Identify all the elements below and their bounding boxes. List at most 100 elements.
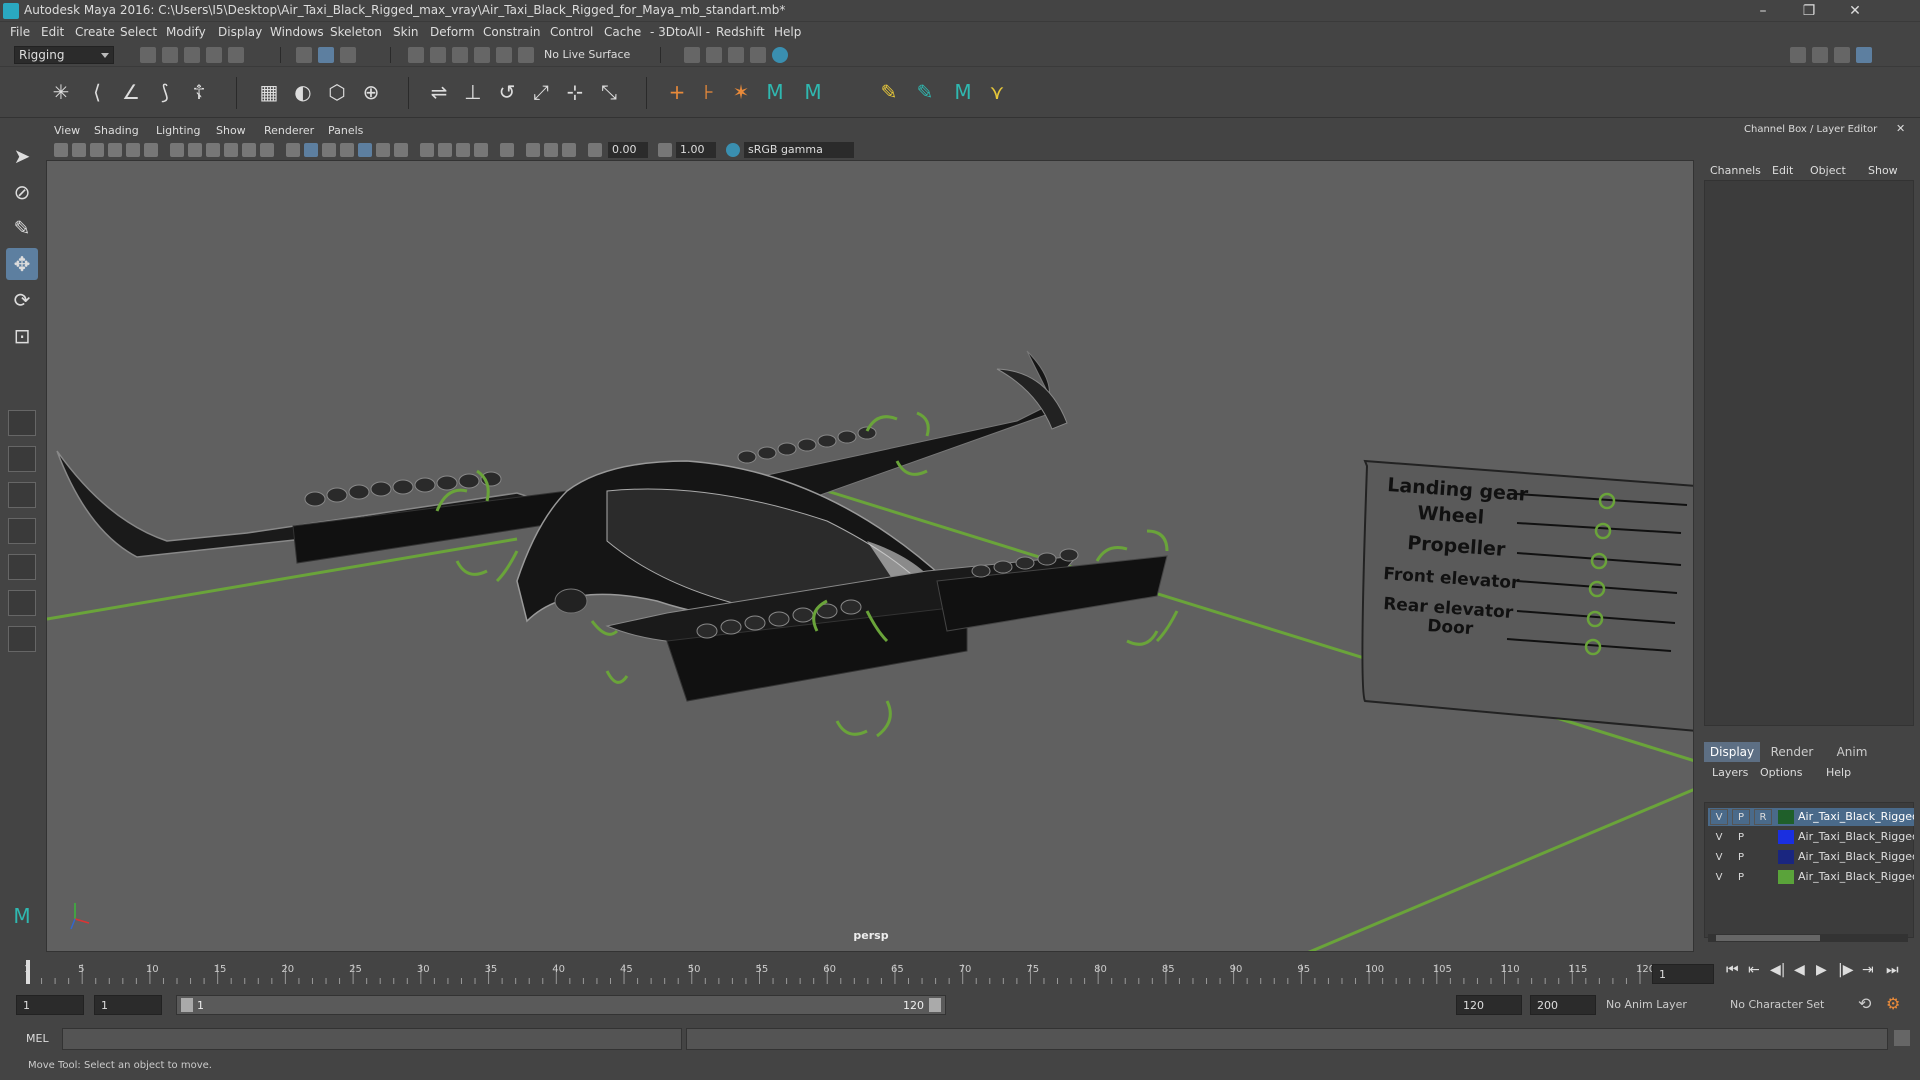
character-set-select[interactable]: No Character Set — [1730, 998, 1824, 1011]
step-forward-frame-icon[interactable]: |▶ — [1838, 962, 1853, 978]
layer-menu-layers[interactable]: Layers — [1712, 766, 1748, 779]
cb-menu-edit[interactable]: Edit — [1772, 164, 1793, 177]
menu-select[interactable]: Select — [120, 25, 157, 39]
multisample-aa-icon[interactable] — [456, 143, 470, 157]
outliner-layout-icon[interactable] — [8, 518, 36, 544]
menu-file[interactable]: File — [10, 25, 30, 39]
layer-reference-toggle[interactable] — [1754, 849, 1772, 865]
four-pane-layout-icon[interactable] — [8, 446, 36, 472]
range-start-handle[interactable] — [181, 998, 193, 1012]
cb-menu-show[interactable]: Show — [1868, 164, 1898, 177]
camera-select-icon[interactable] — [54, 143, 68, 157]
preferences-icon[interactable]: ⚙ — [1886, 994, 1900, 1013]
redo-icon[interactable] — [228, 47, 244, 63]
smooth-shade-icon[interactable] — [304, 143, 318, 157]
layer-name[interactable]: Air_Taxi_Black_Rigged_ — [1798, 870, 1914, 883]
current-frame-field[interactable]: 1 — [1652, 964, 1714, 984]
select-object-icon[interactable] — [318, 47, 334, 63]
script-icon-3[interactable]: ✎ — [876, 79, 902, 105]
scale-constraint-icon[interactable]: ⤢ — [528, 79, 554, 105]
current-time-marker[interactable] — [26, 960, 30, 984]
play-backward-icon[interactable]: ◀ — [1794, 962, 1805, 978]
snap-surface-icon[interactable] — [496, 47, 512, 63]
script-icon-6[interactable]: ⋎ — [984, 79, 1010, 105]
film-gate-icon[interactable] — [188, 143, 202, 157]
script-icon-5[interactable]: M — [950, 79, 976, 105]
custom-layout-icon[interactable] — [8, 626, 36, 652]
tab-render[interactable]: Render — [1764, 742, 1820, 762]
bind-skin-icon[interactable]: ⇌ — [426, 79, 452, 105]
cluster-handle-icon[interactable]: ⊦ — [696, 79, 722, 105]
time-slider[interactable]: 1510152025303540455055606570758085909510… — [0, 952, 1920, 988]
new-scene-icon[interactable] — [140, 47, 156, 63]
minimize-button[interactable]: – — [1740, 0, 1786, 22]
menu-create[interactable]: Create — [75, 25, 115, 39]
gate-mask-icon[interactable] — [224, 143, 238, 157]
layer-playback-toggle[interactable]: P — [1732, 869, 1750, 885]
snap-curve-icon[interactable] — [430, 47, 446, 63]
menu-control[interactable]: Control — [550, 25, 593, 39]
grid-icon[interactable] — [170, 143, 184, 157]
side-by-side-layout-icon[interactable] — [8, 482, 36, 508]
motion-blur-icon[interactable] — [438, 143, 452, 157]
time-slider-ruler[interactable]: 1510152025303540455055606570758085909510… — [0, 952, 1660, 988]
wireframe-on-shaded-icon[interactable] — [340, 143, 354, 157]
depth-of-field-icon[interactable] — [474, 143, 488, 157]
lasso-tool-icon[interactable]: ⊘ — [6, 176, 38, 208]
bookmark-icon[interactable] — [90, 143, 104, 157]
layer-playback-toggle[interactable]: P — [1732, 809, 1750, 825]
paint-select-icon[interactable]: ✎ — [6, 212, 38, 244]
cb-menu-object[interactable]: Object — [1810, 164, 1846, 177]
script-icon-1[interactable]: M — [762, 79, 788, 105]
layer-row[interactable]: V P Air_Taxi_Black_Rigged_ — [1708, 828, 1914, 846]
field-chart-icon[interactable] — [242, 143, 256, 157]
play-forward-icon[interactable]: ▶ — [1816, 962, 1827, 978]
wrap-deformer-icon[interactable]: ⊕ — [358, 79, 384, 105]
step-forward-key-icon[interactable]: ⇥ — [1862, 962, 1874, 978]
layer-scrollbar[interactable] — [1708, 934, 1908, 942]
hypershade-icon[interactable] — [750, 47, 766, 63]
xray-icon[interactable] — [526, 143, 540, 157]
mel-label[interactable]: MEL — [26, 1032, 49, 1045]
layer-visibility-toggle[interactable]: V — [1710, 849, 1728, 865]
snap-view-plane-icon[interactable] — [474, 47, 490, 63]
layer-playback-toggle[interactable]: P — [1732, 849, 1750, 865]
channel-box-area[interactable] — [1704, 180, 1914, 726]
undo-icon[interactable] — [206, 47, 222, 63]
menu-constrain[interactable]: Constrain — [483, 25, 541, 39]
start-time-field[interactable]: 1 — [16, 995, 84, 1015]
attribute-editor-icon[interactable] — [1812, 47, 1828, 63]
anim-start-field[interactable]: 1 — [94, 995, 162, 1015]
image-plane-icon[interactable] — [108, 143, 122, 157]
layer-color-swatch[interactable] — [1778, 810, 1794, 824]
layer-name[interactable]: Air_Taxi_Black_Rigged — [1798, 850, 1914, 863]
graph-layout-icon[interactable] — [8, 554, 36, 580]
hypershade-layout-icon[interactable] — [8, 590, 36, 616]
panel-menu-panels[interactable]: Panels — [328, 124, 363, 137]
go-to-end-icon[interactable]: ⏭ — [1886, 962, 1899, 978]
two-d-pan-icon[interactable] — [126, 143, 140, 157]
layer-color-swatch[interactable] — [1778, 870, 1794, 884]
joint-tool-icon[interactable]: ✳ — [48, 79, 74, 105]
layer-visibility-toggle[interactable]: V — [1710, 869, 1728, 885]
layer-color-swatch[interactable] — [1778, 830, 1794, 844]
cb-menu-channels[interactable]: Channels — [1710, 164, 1761, 177]
anim-layer-select[interactable]: No Anim Layer — [1606, 998, 1687, 1011]
open-scene-icon[interactable] — [162, 47, 178, 63]
lattice-icon[interactable]: ▦ — [256, 79, 282, 105]
select-hierarchy-icon[interactable] — [296, 47, 312, 63]
layer-row[interactable]: V P Air_Taxi_Black_Rigged — [1708, 848, 1914, 866]
menu-windows[interactable]: Windows — [270, 25, 324, 39]
menu-cache[interactable]: Cache — [604, 25, 641, 39]
menu-edit[interactable]: Edit — [41, 25, 64, 39]
move-tool-icon[interactable]: ✥ — [6, 248, 38, 280]
select-component-icon[interactable] — [340, 47, 356, 63]
save-scene-icon[interactable] — [184, 47, 200, 63]
aim-constraint-icon[interactable]: ⊹ — [562, 79, 588, 105]
point-constraint-icon[interactable]: ⊥ — [460, 79, 486, 105]
step-back-key-icon[interactable]: ⇤ — [1748, 962, 1760, 978]
range-slider[interactable]: 1 120 — [176, 995, 946, 1015]
menu-help[interactable]: Help — [774, 25, 801, 39]
scale-tool-icon[interactable]: ⊡ — [6, 320, 38, 352]
anim-end-field[interactable]: 120 — [1456, 995, 1522, 1015]
